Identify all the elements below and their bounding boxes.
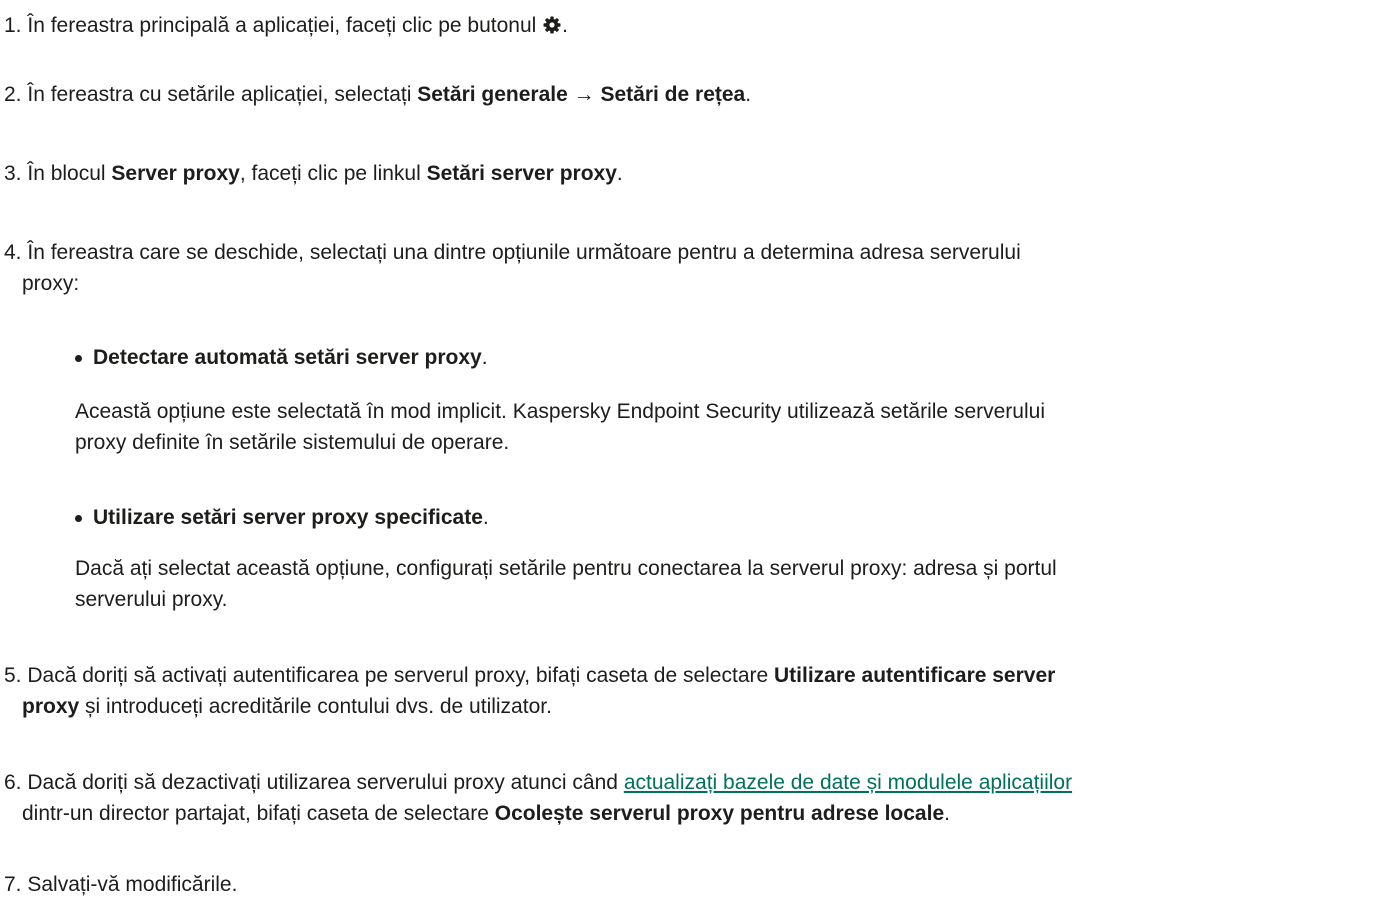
step-text: Salvați-vă modificările. [27, 873, 238, 896]
option-desc-line2: proxy definite în setările sistemului de… [75, 431, 510, 454]
step-3: 3. În blocul Server proxy, faceți clic p… [4, 158, 1394, 189]
step-number: 3. [4, 162, 22, 185]
update-databases-link[interactable]: actualizați bazele de date și modulele a… [624, 771, 1072, 794]
step-1: 1. În fereastra principală a aplicației,… [4, 10, 1394, 41]
step-text: În blocul [27, 162, 112, 185]
ui-block-proxy-server: Server proxy [111, 162, 240, 185]
ui-checkbox-bypass-proxy: Ocolește serverul proxy pentru adrese lo… [494, 802, 945, 825]
ui-link-proxy-settings: Setări server proxy [426, 162, 617, 185]
ui-path-general-settings: Setări generale [417, 83, 568, 106]
step-text-line2: dintr-un director partajat, bifați caset… [22, 802, 495, 825]
option-desc-line1: Această opțiune este selectată în mod im… [75, 400, 1045, 423]
path-arrow: → [567, 83, 601, 106]
step-text: Dacă doriți să activați autentificarea p… [27, 664, 775, 687]
instructions-document: 1. În fereastra principală a aplicației,… [0, 0, 1399, 908]
ui-checkbox-proxy-auth-cont: proxy [22, 695, 80, 718]
step-number: 2. [4, 83, 22, 106]
step-text-end: . [745, 83, 752, 106]
step-text-end: . [944, 802, 950, 825]
step-number: 5. [4, 664, 22, 687]
step-number: 4. [4, 241, 22, 264]
option-title-end: . [481, 346, 488, 369]
step-7: 7. Salvați-vă modificările. [4, 869, 1394, 900]
step-5: 5. Dacă doriți să activați autentificare… [4, 660, 1394, 722]
option-specified-settings: Utilizare setări server proxy specificat… [75, 502, 1375, 533]
step-number: 6. [4, 771, 22, 794]
step-text-end: . [562, 14, 568, 37]
bullet-dot [75, 515, 82, 522]
step-number: 1. [4, 14, 22, 37]
option-specified-settings-description: Dacă ați selectat această opțiune, confi… [75, 553, 1375, 615]
option-auto-detect: Detectare automată setări server proxy. [75, 342, 1375, 373]
step-text: Dacă doriți să dezactivați utilizarea se… [27, 771, 624, 794]
option-desc-line1: Dacă ați selectat această opțiune, confi… [75, 557, 1057, 580]
option-auto-detect-description: Această opțiune este selectată în mod im… [75, 396, 1375, 458]
step-text: În fereastra care se deschide, selectați… [27, 241, 1021, 264]
option-title: Detectare automată setări server proxy [93, 346, 482, 369]
step-2: 2. În fereastra cu setările aplicației, … [4, 79, 1394, 110]
bullet-dot [75, 355, 82, 362]
step-text: În fereastra principală a aplicației, fa… [27, 14, 537, 37]
step-text-mid: , faceți clic pe linkul [239, 162, 427, 185]
step-6: 6. Dacă doriți să dezactivați utilizarea… [4, 767, 1394, 829]
step-text: În fereastra cu setările aplicației, sel… [27, 83, 418, 106]
ui-checkbox-proxy-auth: Utilizare autentificare server [774, 664, 1056, 687]
step-text-end: și introduceți acreditările contului dvs… [79, 695, 552, 718]
option-desc-line2: serverului proxy. [75, 588, 228, 611]
step-text-line2: proxy: [22, 272, 80, 295]
ui-path-network-settings: Setări de rețea [600, 83, 746, 106]
step-number: 7. [4, 873, 22, 896]
option-title-end: . [482, 506, 489, 529]
gear-icon [542, 13, 562, 34]
step-text-end: . [616, 162, 623, 185]
step-4: 4. În fereastra care se deschide, select… [4, 237, 1394, 299]
option-title: Utilizare setări server proxy specificat… [93, 506, 483, 529]
